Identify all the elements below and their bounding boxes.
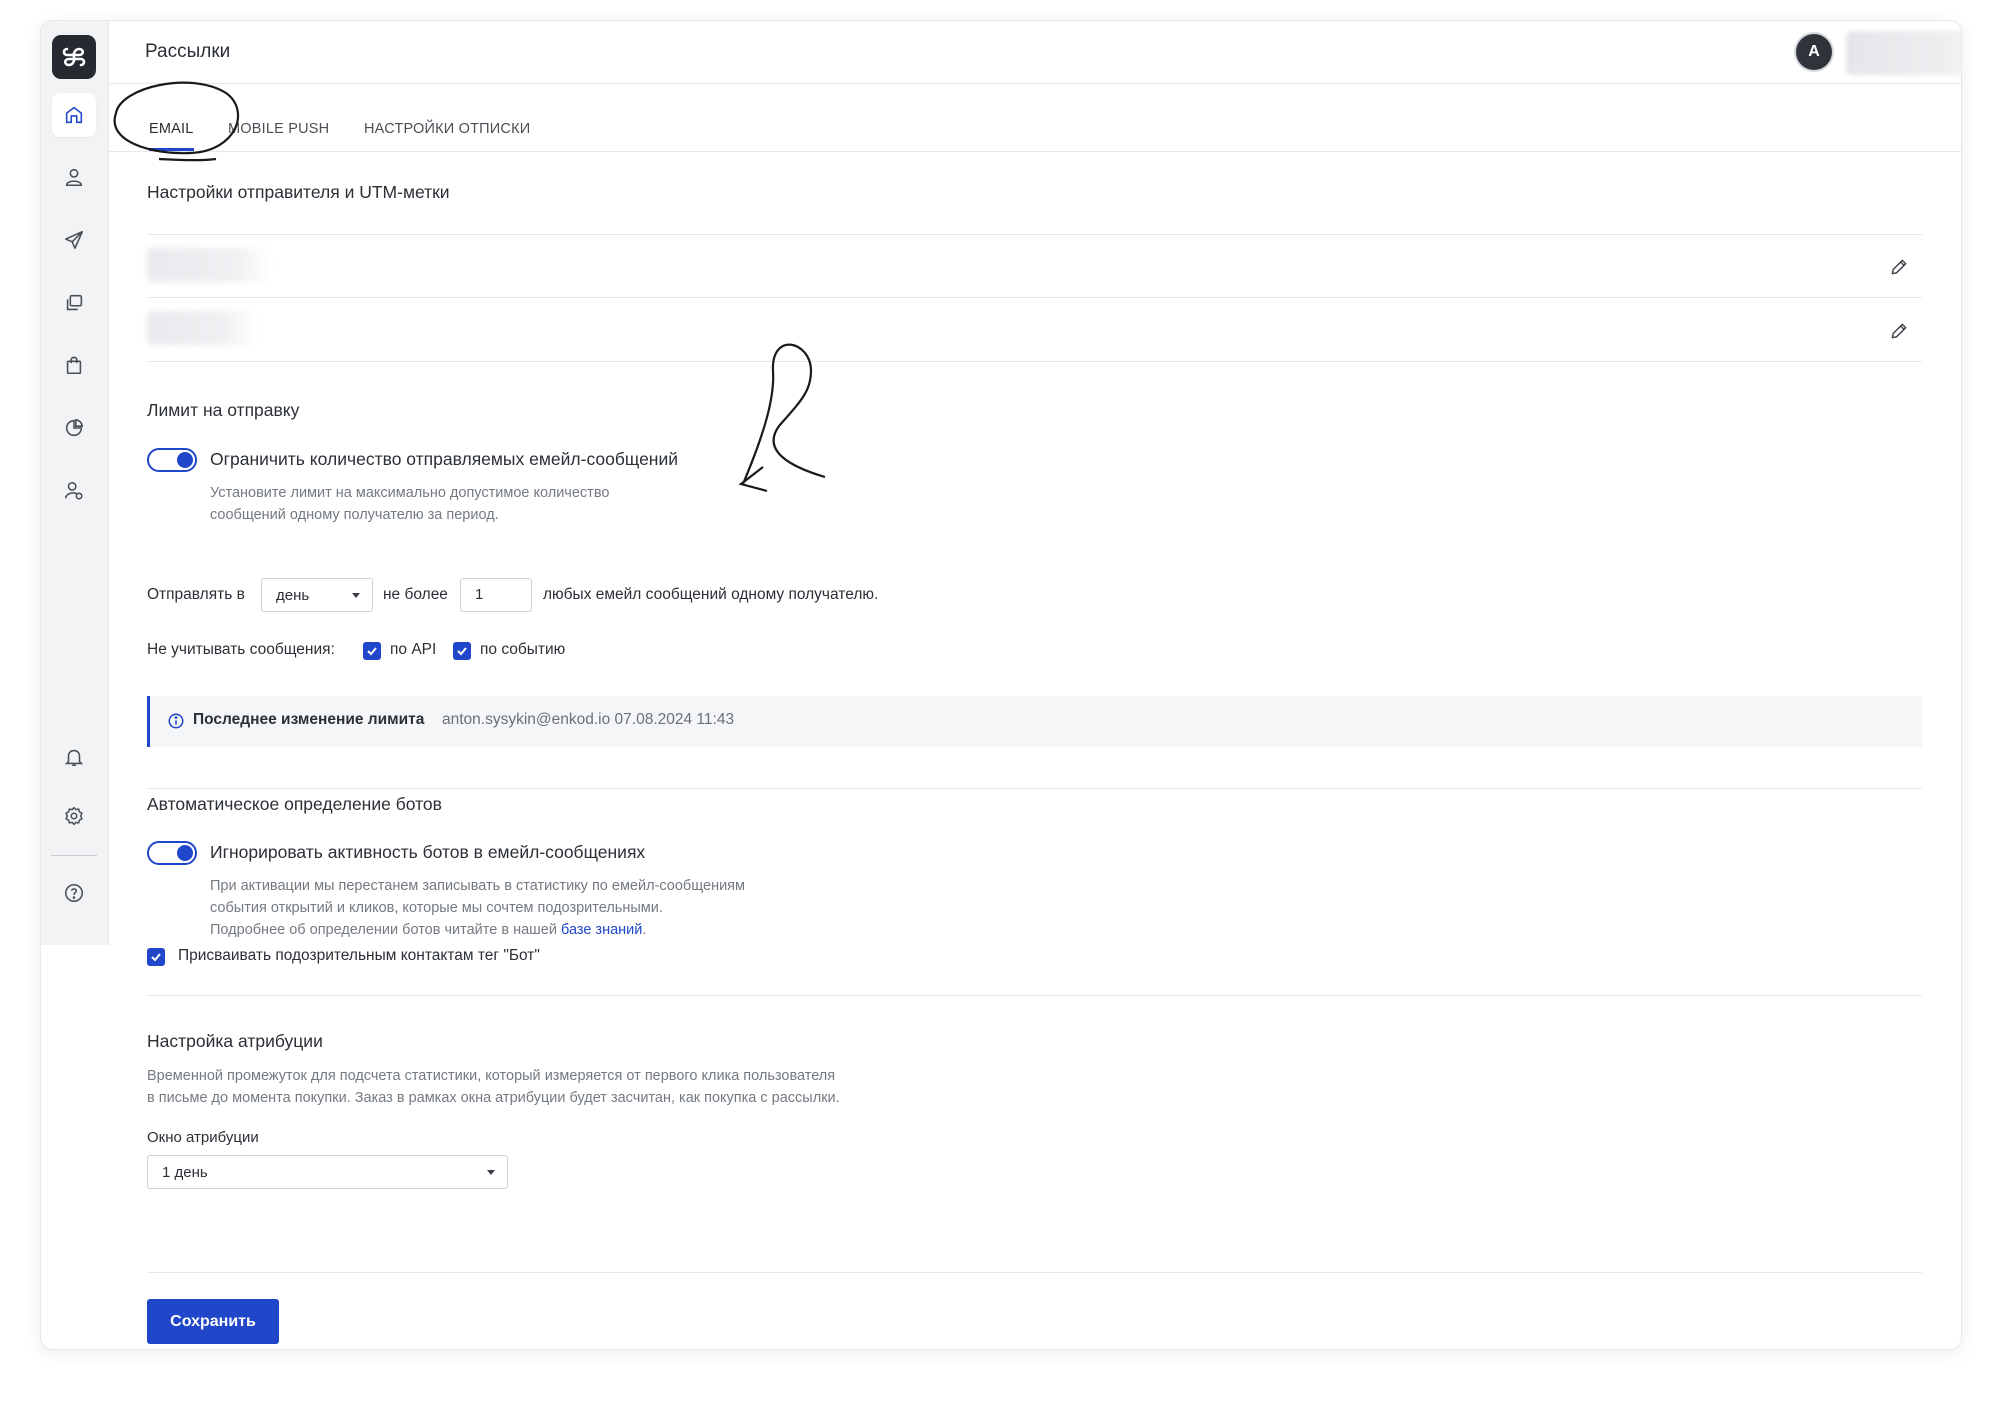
period-select[interactable]: день xyxy=(261,578,373,612)
limit-hint-line: Установите лимит на максимально допустим… xyxy=(210,485,610,501)
tab-unsubscribe-settings[interactable]: НАСТРОЙКИ ОТПИСКИ xyxy=(364,121,530,137)
attribution-description: Временной промежуток для подсчета статис… xyxy=(147,1065,840,1109)
period-select-value: день xyxy=(276,587,310,604)
checkmark-icon xyxy=(457,647,467,656)
divider xyxy=(147,361,1922,362)
attribution-window-select[interactable]: 1 день xyxy=(147,1155,508,1189)
sidebar-item-contacts[interactable] xyxy=(52,155,96,199)
user-name-redacted[interactable] xyxy=(1846,31,1961,75)
sidebar-item-templates[interactable] xyxy=(52,281,96,325)
bots-hint-suffix: . xyxy=(642,922,647,938)
analytics-icon xyxy=(65,418,84,437)
app-window: Рассылки A EMAIL MOBILE PUSH НАСТРОЙКИ О… xyxy=(40,20,1962,1350)
send-in-label: Отправлять в xyxy=(147,586,245,603)
divider xyxy=(147,788,1922,789)
logo-icon xyxy=(62,47,86,67)
bots-toggle-label: Игнорировать активность ботов в емейл-со… xyxy=(210,842,646,862)
handwritten-annotations xyxy=(113,81,826,493)
tab-mobile-push[interactable]: MOBILE PUSH xyxy=(228,121,329,137)
not-more-label: не более xyxy=(383,586,448,603)
save-button[interactable]: Сохранить xyxy=(147,1299,279,1344)
sidebar-item-users[interactable] xyxy=(52,469,96,513)
toggle-knob xyxy=(177,845,193,861)
ignore-label: Не учитывать сообщения: xyxy=(147,641,335,658)
sidebar-item-help[interactable] xyxy=(52,871,96,915)
bot-tag-checkbox[interactable] xyxy=(147,948,165,966)
tab-email[interactable]: EMAIL xyxy=(149,121,194,151)
checkmark-icon xyxy=(151,953,161,962)
info-meta: anton.sysykin@enkod.io 07.08.2024 11:43 xyxy=(442,711,735,728)
home-icon xyxy=(65,106,83,124)
divider xyxy=(147,234,1922,235)
shopping-bag-icon xyxy=(66,356,82,375)
checkmark-icon xyxy=(367,647,377,656)
sidebar-item-shop[interactable] xyxy=(52,343,96,387)
sender-section-title: Настройки отправителя и UTM-метки xyxy=(147,182,450,202)
active-tab-indicator xyxy=(149,148,194,151)
bots-hint-line: события открытий и кликов, которые мы со… xyxy=(210,900,663,916)
limit-toggle[interactable] xyxy=(147,448,197,472)
limit-suffix: любых емейл сообщений одному получателю. xyxy=(543,586,879,603)
info-icon xyxy=(168,713,184,729)
ignore-event-checkbox[interactable] xyxy=(453,642,471,660)
bot-tag-label: Присваивать подозрительным контактам тег… xyxy=(178,947,540,964)
sidebar-item-analytics[interactable] xyxy=(52,406,96,450)
limit-hint: Установите лимит на максимально допустим… xyxy=(210,482,609,526)
info-title: Последнее изменение лимита xyxy=(193,711,425,728)
chevron-down-icon xyxy=(487,1170,495,1175)
sidebar-item-home[interactable] xyxy=(52,93,96,137)
utm-field-redacted xyxy=(147,311,257,345)
attribution-section-title: Настройка атрибуции xyxy=(147,1031,323,1051)
help-icon xyxy=(64,883,84,903)
contacts-icon xyxy=(65,168,83,187)
ignore-api-checkbox[interactable] xyxy=(363,642,381,660)
templates-icon xyxy=(66,294,83,311)
sidebar-divider xyxy=(51,855,97,856)
limit-change-info: Последнее изменение лимита anton.sysykin… xyxy=(147,696,1922,747)
send-icon xyxy=(64,230,84,250)
divider xyxy=(147,1272,1922,1273)
bots-hint: При активации мы перестанем записывать в… xyxy=(210,875,745,941)
edit-sender-icon[interactable] xyxy=(1889,257,1909,277)
bell-icon xyxy=(64,749,84,767)
chevron-down-icon xyxy=(352,593,360,598)
ignore-api-label: по API xyxy=(390,641,437,658)
attribution-desc-line: в письме до момента покупки. Заказ в рам… xyxy=(147,1090,840,1106)
sidebar-item-settings[interactable] xyxy=(52,794,96,838)
attribution-window-value: 1 день xyxy=(162,1164,208,1181)
sender-field-redacted xyxy=(147,248,272,282)
gear-icon xyxy=(65,806,83,826)
sidebar-item-notifications[interactable] xyxy=(52,735,96,779)
attribution-window-label: Окно атрибуции xyxy=(147,1129,259,1146)
bots-hint-prefix: Подробнее об определении ботов читайте в… xyxy=(210,922,561,938)
bots-hint-line: При активации мы перестанем записывать в… xyxy=(210,878,745,894)
app-logo[interactable] xyxy=(52,35,96,79)
avatar[interactable]: A xyxy=(1796,34,1832,70)
limit-toggle-label: Ограничить количество отправляемых емейл… xyxy=(210,449,679,469)
toggle-knob xyxy=(177,452,193,468)
tab-bar: EMAIL MOBILE PUSH НАСТРОЙКИ ОТПИСКИ xyxy=(108,83,1961,152)
ignore-event-label: по событию xyxy=(480,641,566,658)
attribution-desc-line: Временной промежуток для подсчета статис… xyxy=(147,1068,836,1084)
knowledge-base-link[interactable]: базе знаний xyxy=(561,922,642,938)
limit-hint-line: сообщений одному получателю за период. xyxy=(210,507,499,523)
limit-count-input[interactable]: 1 xyxy=(460,578,532,612)
limit-section-title: Лимит на отправку xyxy=(147,400,300,420)
bots-toggle[interactable] xyxy=(147,841,197,865)
divider xyxy=(147,995,1922,996)
sidebar xyxy=(41,21,109,945)
edit-utm-icon[interactable] xyxy=(1889,321,1909,341)
divider xyxy=(147,297,1922,298)
bots-hint-line: Подробнее об определении ботов читайте в… xyxy=(210,919,745,941)
top-header: Рассылки A xyxy=(108,21,1961,84)
user-settings-icon xyxy=(64,481,83,500)
tab-email-label: EMAIL xyxy=(149,121,194,137)
sidebar-item-campaigns[interactable] xyxy=(52,218,96,262)
page-title: Рассылки xyxy=(145,41,231,62)
bots-section-title-text: Автоматическое определение ботов xyxy=(147,794,442,814)
